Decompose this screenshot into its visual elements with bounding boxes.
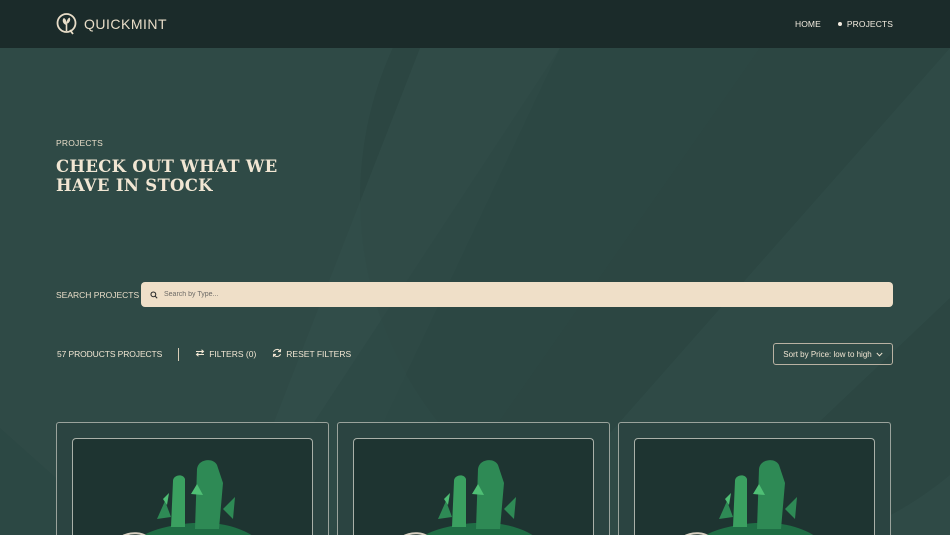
brand[interactable]: QUICKMINT xyxy=(56,13,167,35)
page-content: PROJECTS CHECK OUT WHAT WE HAVE IN STOCK… xyxy=(0,48,950,535)
reset-filters-label: RESET FILTERS xyxy=(286,349,352,359)
main-nav: HOME PROJECTS xyxy=(795,19,893,29)
filters-label: FILTERS (0) xyxy=(209,349,257,359)
nav-item-home-label: HOME xyxy=(794,19,821,29)
search-bar[interactable] xyxy=(141,282,893,307)
sort-selected-value: Sort by Price: low to high xyxy=(783,349,872,359)
product-image-frame xyxy=(72,438,313,535)
results-toolbar: 57 PRODUCTS PROJECTS FILTERS (0) RESET F… xyxy=(57,346,351,362)
tree-stump-image xyxy=(684,460,814,535)
search-label: SEARCH PROJECTS xyxy=(56,290,140,300)
product-grid xyxy=(56,422,891,535)
page-title: CHECK OUT WHAT WE HAVE IN STOCK xyxy=(56,157,278,195)
sprout-logo-icon xyxy=(56,13,77,35)
tree-stump-image xyxy=(403,460,533,535)
nav-item-projects[interactable]: PROJECTS xyxy=(837,19,893,29)
filters-button[interactable]: FILTERS (0) xyxy=(195,349,256,359)
toolbar-divider xyxy=(178,347,180,361)
tree-stump-image xyxy=(122,460,252,535)
results-count: 57 PRODUCTS PROJECTS xyxy=(57,349,163,359)
swap-arrows-icon xyxy=(195,349,205,359)
sort-select[interactable]: Sort by Price: low to high xyxy=(773,343,893,365)
active-dot-icon xyxy=(837,22,842,26)
product-image-frame xyxy=(353,438,594,535)
product-card[interactable] xyxy=(56,422,329,535)
nav-item-projects-label: PROJECTS xyxy=(846,19,893,29)
product-image-frame xyxy=(634,438,875,535)
search-input[interactable] xyxy=(164,291,864,298)
top-navigation-bar: QUICKMINT HOME PROJECTS xyxy=(0,0,950,48)
brand-name: QUICKMINT xyxy=(84,16,168,32)
product-card[interactable] xyxy=(618,422,891,535)
nav-item-home[interactable]: HOME xyxy=(795,19,821,29)
search-icon xyxy=(150,290,158,299)
page-eyebrow: PROJECTS xyxy=(56,138,103,148)
reset-filters-button[interactable]: RESET FILTERS xyxy=(272,348,351,360)
product-card[interactable] xyxy=(337,422,610,535)
refresh-icon xyxy=(272,348,282,360)
chevron-down-icon xyxy=(876,350,883,359)
